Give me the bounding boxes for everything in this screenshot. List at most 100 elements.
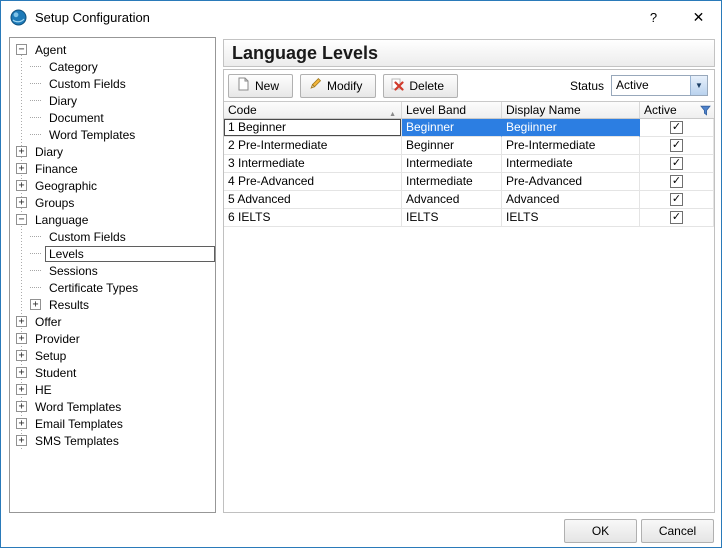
active-checkbox[interactable]: ✓: [670, 211, 683, 224]
close-button[interactable]: ✕: [676, 2, 721, 33]
modify-button[interactable]: Modify: [300, 74, 376, 98]
tree-indent: [16, 134, 30, 135]
code-cell[interactable]: 2 Pre-Intermediate: [224, 137, 402, 155]
tree-item-diary[interactable]: Diary: [10, 92, 215, 109]
tree-item-agent[interactable]: −Agent: [10, 41, 215, 58]
active-cell[interactable]: ✓: [640, 209, 714, 227]
expand-icon[interactable]: +: [16, 418, 27, 429]
tree-item-sms-templates[interactable]: +SMS Templates: [10, 432, 215, 449]
new-button[interactable]: New: [228, 74, 293, 98]
tree-item-he[interactable]: +HE: [10, 381, 215, 398]
expand-icon[interactable]: +: [16, 333, 27, 344]
expand-icon[interactable]: +: [16, 197, 27, 208]
code-cell[interactable]: 5 Advanced: [224, 191, 402, 209]
active-cell[interactable]: ✓: [640, 119, 714, 137]
active-cell[interactable]: ✓: [640, 191, 714, 209]
tree-item-provider[interactable]: +Provider: [10, 330, 215, 347]
expand-icon[interactable]: +: [16, 163, 27, 174]
code-cell[interactable]: 6 IELTS: [224, 209, 402, 227]
table-row[interactable]: 5 AdvancedAdvancedAdvanced✓: [224, 191, 714, 209]
tree-item-student[interactable]: +Student: [10, 364, 215, 381]
level-band-cell[interactable]: Beginner: [402, 137, 502, 155]
tree-item-setup[interactable]: +Setup: [10, 347, 215, 364]
tree-item-email-templates[interactable]: +Email Templates: [10, 415, 215, 432]
expand-icon[interactable]: +: [16, 367, 27, 378]
display-name-cell[interactable]: Pre-Intermediate: [502, 137, 640, 155]
tree-item-word-templates[interactable]: +Word Templates: [10, 398, 215, 415]
tree-item-groups[interactable]: +Groups: [10, 194, 215, 211]
column-header-level-band[interactable]: Level Band: [402, 102, 502, 118]
tree-item-finance[interactable]: + Finance: [10, 160, 215, 177]
tree-item-label: Finance: [31, 161, 82, 177]
column-header-display-name[interactable]: Display Name: [502, 102, 640, 118]
tree-item-results[interactable]: +Results: [10, 296, 215, 313]
code-cell[interactable]: 1 Beginner: [224, 119, 402, 137]
display-name-cell[interactable]: Intermediate: [502, 155, 640, 173]
table-row[interactable]: 4 Pre-AdvancedIntermediatePre-Advanced ✓: [224, 173, 714, 191]
tree-item-certificate-types[interactable]: Certificate Types: [10, 279, 215, 296]
active-checkbox[interactable]: ✓: [670, 193, 683, 206]
active-checkbox[interactable]: ✓: [670, 121, 683, 134]
ok-button[interactable]: OK: [564, 519, 637, 543]
level-band-cell[interactable]: Intermediate: [402, 155, 502, 173]
tree-item-diary[interactable]: + Diary: [10, 143, 215, 160]
status-dropdown[interactable]: Active ▼: [611, 75, 708, 96]
level-band-cell[interactable]: Intermediate: [402, 173, 502, 191]
tree-connector-line: [30, 134, 41, 135]
level-band-cell[interactable]: Beginner: [402, 119, 502, 137]
modify-button-label: Modify: [327, 79, 362, 93]
tree-item-label: Diary: [31, 144, 67, 160]
column-header-code[interactable]: Code ▲: [224, 102, 402, 118]
expand-icon[interactable]: +: [16, 180, 27, 191]
active-checkbox[interactable]: ✓: [670, 139, 683, 152]
expand-icon[interactable]: +: [16, 384, 27, 395]
tree-item-category[interactable]: Category: [10, 58, 215, 75]
expand-icon[interactable]: +: [16, 146, 27, 157]
grid-header: Code ▲ Level Band Display Name Active: [224, 101, 714, 119]
active-checkbox[interactable]: ✓: [670, 175, 683, 188]
collapse-icon[interactable]: −: [16, 214, 27, 225]
tree-item-sessions[interactable]: Sessions: [10, 262, 215, 279]
chevron-down-icon[interactable]: ▼: [690, 76, 707, 95]
active-checkbox[interactable]: ✓: [670, 157, 683, 170]
tree-item-levels[interactable]: Levels: [10, 245, 215, 262]
expand-icon[interactable]: +: [16, 316, 27, 327]
table-row[interactable]: 6 IELTSIELTSIELTS✓: [224, 209, 714, 227]
tree-item-custom-fields[interactable]: Custom Fields: [10, 75, 215, 92]
display-name-cell[interactable]: Advanced: [502, 191, 640, 209]
cancel-button[interactable]: Cancel: [641, 519, 714, 543]
tree-indent: [16, 100, 30, 101]
column-header-active[interactable]: Active: [640, 102, 714, 118]
tree-item-custom-fields[interactable]: Custom Fields: [10, 228, 215, 245]
tree-item-geographic[interactable]: +Geographic: [10, 177, 215, 194]
level-band-cell[interactable]: Advanced: [402, 191, 502, 209]
funnel-filter-icon[interactable]: [700, 105, 711, 120]
status-group: Status Active ▼: [570, 75, 708, 96]
code-cell[interactable]: 3 Intermediate: [224, 155, 402, 173]
display-name-cell[interactable]: Pre-Advanced: [502, 173, 640, 191]
expand-icon[interactable]: +: [16, 350, 27, 361]
table-row[interactable]: 2 Pre-IntermediateBeginnerPre-Intermedia…: [224, 137, 714, 155]
expand-icon[interactable]: +: [16, 435, 27, 446]
active-cell[interactable]: ✓: [640, 173, 714, 191]
level-band-cell[interactable]: IELTS: [402, 209, 502, 227]
active-cell[interactable]: ✓: [640, 155, 714, 173]
tree-item-document[interactable]: Document: [10, 109, 215, 126]
tree-item-offer[interactable]: +Offer: [10, 313, 215, 330]
tree-item-word-templates[interactable]: Word Templates: [10, 126, 215, 143]
delete-button[interactable]: Delete: [383, 74, 458, 98]
display-name-cell[interactable]: IELTS: [502, 209, 640, 227]
expand-icon[interactable]: +: [16, 401, 27, 412]
collapse-icon[interactable]: −: [16, 44, 27, 55]
tree-item-language[interactable]: −Language: [10, 211, 215, 228]
active-cell[interactable]: ✓: [640, 137, 714, 155]
setup-configuration-dialog: Setup Configuration ? ✕ −AgentCategoryCu…: [0, 0, 722, 548]
expand-icon[interactable]: +: [30, 299, 41, 310]
pencil-icon: [308, 77, 322, 94]
table-row[interactable]: 3 IntermediateIntermediateIntermediate✓: [224, 155, 714, 173]
display-name-cell[interactable]: Begiinner: [502, 119, 640, 137]
content-panel: New Modify: [223, 69, 715, 513]
code-cell[interactable]: 4 Pre-Advanced: [224, 173, 402, 191]
table-row[interactable]: 1 BeginnerBeginnerBegiinner ✓: [224, 119, 714, 137]
help-button[interactable]: ?: [631, 2, 676, 33]
